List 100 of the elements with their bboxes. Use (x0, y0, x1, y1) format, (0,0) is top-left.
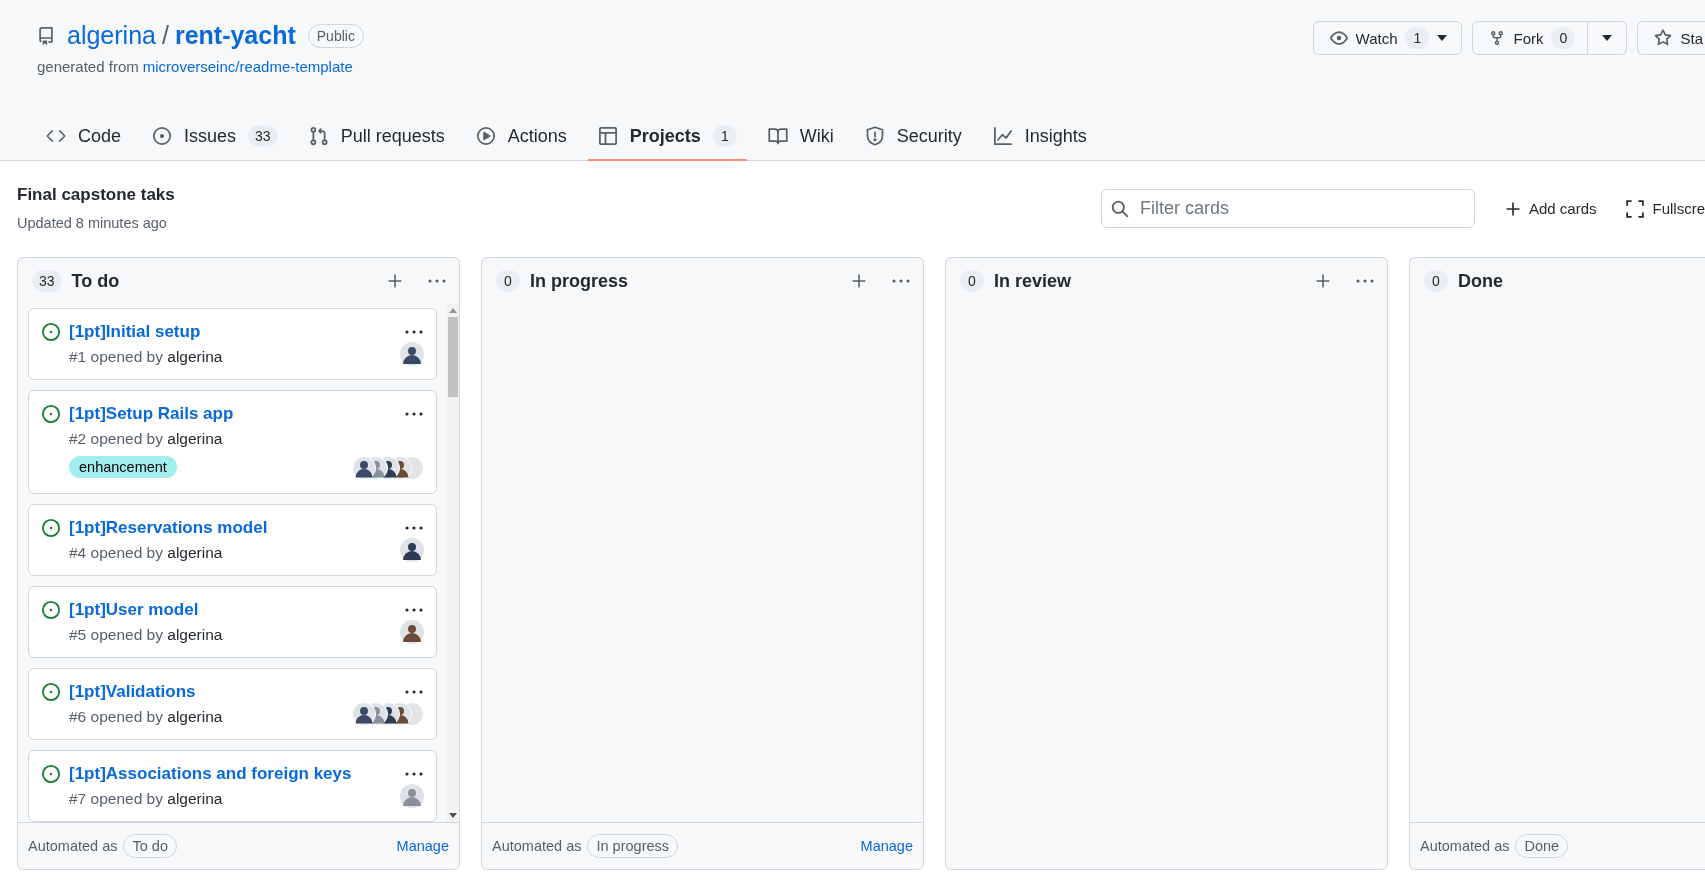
avatar[interactable] (400, 342, 424, 366)
automation-text: Automated as (492, 838, 582, 854)
fork-menu-button[interactable] (1588, 21, 1628, 55)
fork-count: 0 (1551, 27, 1576, 49)
repo-name-link[interactable]: rent-yacht (174, 21, 296, 50)
more-icon[interactable] (404, 607, 424, 613)
avatar-stack[interactable] (352, 702, 424, 726)
issue-icon (152, 126, 173, 146)
issue-meta: #6 opened by algerina (69, 708, 223, 726)
issue-meta: #4 opened by algerina (69, 544, 223, 562)
automation-text: Automated as (28, 838, 118, 854)
nav-tab[interactable]: Wiki (757, 125, 844, 161)
watch-button[interactable]: Watch 1 (1312, 21, 1463, 55)
issue-card[interactable]: [1pt]Setup Rails app #2 opened by algerina enhancement (28, 390, 437, 494)
manage-link[interactable]: Manage (860, 838, 913, 854)
plus-icon[interactable] (851, 273, 867, 289)
more-icon[interactable] (427, 278, 447, 284)
issue-title-link[interactable]: [1pt]Validations (69, 682, 396, 702)
star-button[interactable]: Sta (1637, 21, 1705, 55)
issue-card[interactable]: [1pt]Initial setup #1 opened by algerina (28, 308, 437, 380)
fullscreen-icon (1626, 199, 1645, 218)
issue-label[interactable]: enhancement (69, 456, 177, 478)
issue-meta: #1 opened by algerina (69, 348, 223, 366)
column-count: 0 (960, 270, 984, 292)
more-icon[interactable] (1355, 278, 1375, 284)
owner-link[interactable]: algerina (67, 21, 156, 50)
open-issue-icon (41, 682, 61, 702)
automation-text: Automated as (1420, 838, 1510, 854)
tab-counter: 33 (248, 125, 278, 147)
more-icon[interactable] (404, 329, 424, 335)
plus-icon (1504, 200, 1521, 217)
nav-tab[interactable]: Pull requests (298, 125, 455, 161)
project-title: Final capstone taks (17, 185, 175, 205)
updated-text: Updated 8 minutes ago (17, 215, 168, 231)
add-cards-button[interactable]: Add cards (1504, 189, 1597, 228)
table-icon (597, 126, 618, 146)
nav-tab[interactable]: Security (854, 125, 972, 161)
issue-card[interactable]: [1pt]Reservations model #4 opened by algerina (28, 504, 437, 576)
repo-icon (37, 26, 55, 45)
column-title: Done (1458, 270, 1504, 292)
open-issue-icon (41, 764, 61, 784)
issue-title-link[interactable]: [1pt]User model (69, 600, 396, 620)
issue-meta: #5 opened by algerina (69, 626, 223, 644)
column-title: To do (71, 270, 121, 292)
book-icon (767, 126, 788, 146)
search-icon (1110, 200, 1129, 218)
nav-tab[interactable]: Issues 33 (142, 125, 288, 161)
scroll-down-icon[interactable] (449, 813, 457, 818)
avatar[interactable] (400, 538, 424, 562)
plus-icon[interactable] (387, 273, 403, 289)
issue-title-link[interactable]: [1pt]Initial setup (69, 322, 396, 342)
more-icon[interactable] (404, 689, 424, 695)
nav-tab[interactable]: Actions (465, 125, 577, 161)
issue-card[interactable]: [1pt]Validations #6 opened by algerina (28, 668, 437, 740)
pull-icon (308, 126, 329, 146)
column-title: In review (994, 270, 1073, 292)
scroll-thumb[interactable] (448, 317, 458, 397)
template-link[interactable]: microverseinc/readme-template (142, 58, 353, 75)
caret-icon (1602, 35, 1613, 41)
issue-title-link[interactable]: [1pt]Reservations model (69, 518, 396, 538)
plus-icon[interactable] (1315, 273, 1331, 289)
more-icon[interactable] (404, 411, 424, 417)
fullscreen-button[interactable]: Fullscre (1626, 189, 1705, 228)
filter-field[interactable]: Filter cards (1100, 189, 1475, 228)
issue-title-link[interactable]: [1pt]Setup Rails app (69, 404, 396, 424)
avatar[interactable] (400, 620, 424, 644)
open-issue-icon (41, 600, 61, 620)
eye-icon (1329, 29, 1348, 47)
watch-count: 1 (1405, 27, 1430, 49)
open-issue-icon (41, 322, 61, 342)
star-icon (1654, 29, 1673, 47)
open-issue-icon (41, 404, 61, 424)
fork-icon (1489, 29, 1506, 47)
play-icon (475, 126, 496, 146)
issue-meta: #2 opened by algerina (69, 430, 223, 448)
column-count: 33 (32, 270, 62, 292)
issue-title-link[interactable]: [1pt]Associations and foreign keys (69, 764, 396, 784)
avatar-stack[interactable] (352, 456, 424, 480)
column-count: 0 (496, 270, 520, 292)
manage-link[interactable]: Manage (396, 838, 449, 854)
more-icon[interactable] (891, 278, 911, 284)
nav-tab[interactable]: Projects 1 (587, 125, 747, 161)
more-icon[interactable] (404, 525, 424, 531)
column-count: 0 (1424, 270, 1448, 292)
open-issue-icon (41, 518, 61, 538)
fork-button[interactable]: Fork 0 (1472, 21, 1589, 55)
scroll-up-icon[interactable] (449, 308, 457, 313)
column-title: In progress (530, 270, 630, 292)
shield-icon (864, 126, 885, 146)
issue-card[interactable]: [1pt]User model #5 opened by algerina (28, 586, 437, 658)
generated-from-text: generated from (37, 58, 139, 75)
nav-tab[interactable]: Code (36, 125, 132, 161)
graph-icon (992, 126, 1013, 146)
issue-card[interactable]: [1pt]Associations and foreign keys #7 opened by algerina (28, 750, 437, 822)
scrollbar[interactable] (447, 304, 459, 822)
issue-meta: #7 opened by algerina (69, 790, 223, 808)
path-separator: / (161, 21, 169, 50)
more-icon[interactable] (404, 771, 424, 777)
nav-tab[interactable]: Insights (982, 125, 1097, 161)
tab-counter: 1 (712, 125, 737, 147)
